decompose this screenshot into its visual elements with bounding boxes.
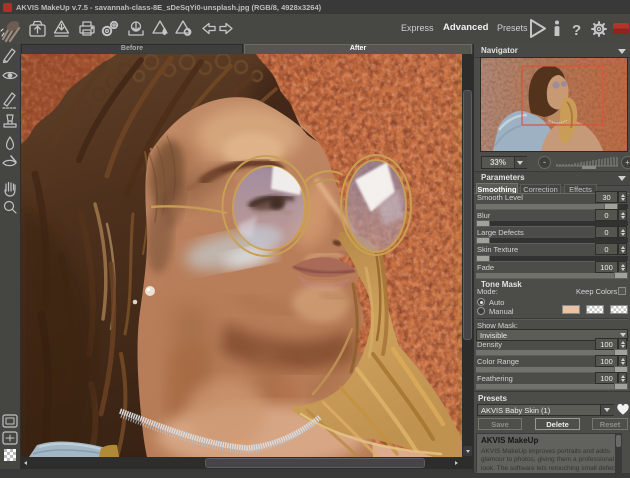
svg-text:?: ?: [572, 22, 581, 39]
